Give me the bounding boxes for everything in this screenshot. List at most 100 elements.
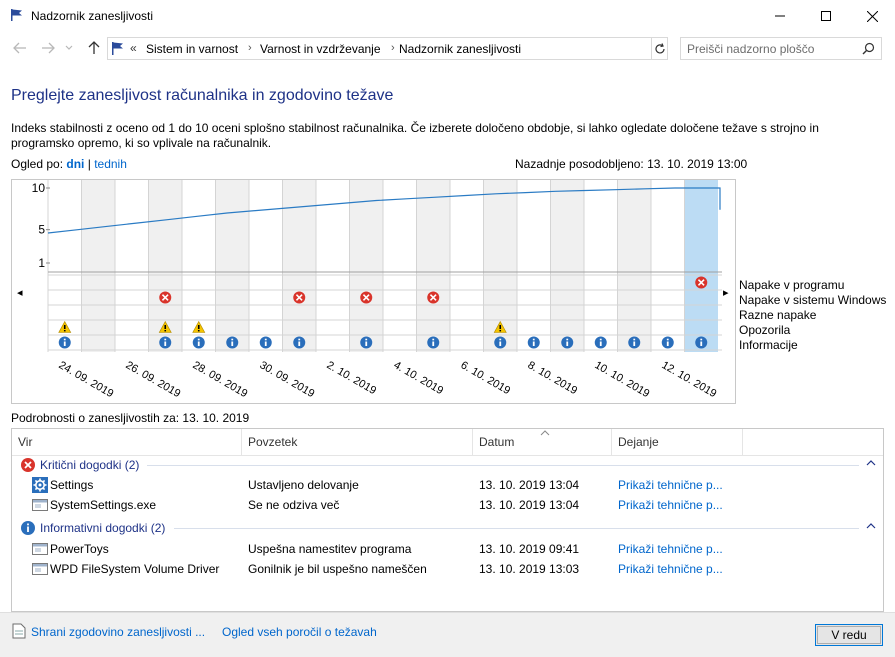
warning-exclamation-glyph: [197, 325, 200, 329]
table-row[interactable]: WPD FileSystem Volume Driver Gonilnik je…: [12, 559, 883, 579]
last-updated-text: Nazadnje posodobljeno: 13. 10. 2019 13:0…: [515, 157, 748, 171]
page-description: Indeks stabilnosti z oceno od 1 do 10 oc…: [11, 121, 819, 150]
warning-exclamation-glyph: [164, 325, 167, 329]
day-column[interactable]: [81, 180, 116, 352]
refresh-icon[interactable]: [651, 37, 668, 60]
app-window-icon: [32, 541, 48, 560]
view-technical-details-link[interactable]: Prikaži tehnične p...: [618, 542, 723, 556]
view-technical-details-link[interactable]: Prikaži tehnične p...: [618, 498, 723, 512]
collapse-chevron-icon[interactable]: [865, 457, 877, 472]
up-arrow-icon[interactable]: [84, 38, 104, 58]
selected-day-column[interactable]: [684, 180, 719, 352]
chart-scroll-right-arrow[interactable]: ▸: [723, 286, 729, 299]
info-i-dot: [231, 338, 234, 341]
day-column[interactable]: [416, 180, 451, 352]
day-column[interactable]: [249, 180, 283, 352]
table-row[interactable]: PowerToys Uspešna namestitev programa 13…: [12, 539, 883, 559]
column-header-summary[interactable]: Povzetek: [248, 435, 297, 449]
breadcrumb-separator[interactable]: ›: [248, 42, 252, 54]
row-source: PowerToys: [50, 542, 109, 556]
column-header-date[interactable]: Datum: [479, 435, 514, 449]
reliability-details-table: Vir Povzetek Datum Dejanje Kritični dogo…: [11, 428, 884, 612]
app-window-icon: [32, 497, 48, 516]
date-axis-label: 24. 09. 2019: [57, 359, 116, 400]
info-i-glyph: [164, 341, 167, 346]
day-column[interactable]: [617, 180, 652, 352]
reliability-flag-icon: [10, 8, 24, 25]
column-divider[interactable]: [241, 429, 242, 455]
day-column[interactable]: [316, 180, 350, 352]
details-label: Podrobnosti o zanesljivostih za: 13. 10.…: [11, 411, 250, 425]
view-by-weeks-link[interactable]: tednih: [94, 157, 127, 171]
search-box[interactable]: Preišči nadzorno ploščo: [680, 37, 882, 60]
info-i-dot: [633, 338, 636, 341]
info-i-glyph: [432, 341, 435, 346]
info-i-glyph: [365, 341, 368, 346]
date-axis-label: 2. 10. 2019: [325, 359, 379, 397]
legend-warnings: Opozorila: [739, 323, 791, 337]
day-column[interactable]: [349, 180, 384, 352]
info-i-glyph: [197, 341, 200, 346]
close-button[interactable]: [849, 0, 895, 32]
reliability-chart-svg[interactable]: 10 5 1 24. 09. 2019 26. 09. 2019 28. 09. 2019…: [12, 180, 735, 403]
view-by-days-link[interactable]: dni: [66, 157, 84, 171]
day-column[interactable]: [215, 180, 250, 352]
info-i-dot: [599, 338, 602, 341]
reliability-chart[interactable]: 10 5 1 24. 09. 2019 26. 09. 2019 28. 09. 2019…: [11, 179, 736, 404]
error-icon: [20, 457, 36, 476]
date-axis-label: 12. 10. 2019: [660, 359, 719, 400]
navigation-bar: « Sistem in varnost › Varnost in vzdržev…: [0, 32, 895, 64]
ok-button[interactable]: V redu: [815, 624, 883, 646]
breadcrumb-security-maintenance[interactable]: Varnost in vzdrževanje: [260, 42, 381, 56]
day-column[interactable]: [115, 180, 149, 352]
info-i-dot: [298, 338, 301, 341]
day-column[interactable]: [383, 180, 417, 352]
date-axis-label: 26. 09. 2019: [124, 359, 183, 400]
settings-gear-icon: [32, 477, 48, 496]
save-reliability-history-link[interactable]: Shrani zgodovino zanesljivosti ...: [31, 625, 205, 639]
forward-arrow-icon[interactable]: [38, 38, 58, 58]
day-column[interactable]: [450, 180, 484, 352]
search-icon[interactable]: [862, 42, 875, 58]
table-row[interactable]: Settings Ustavljeno delovanje 13. 10. 20…: [12, 475, 883, 495]
column-divider[interactable]: [611, 429, 612, 455]
group-divider: [174, 528, 859, 529]
recent-locations-chevron-icon[interactable]: [62, 38, 76, 58]
warning-exclamation-dot: [499, 330, 502, 332]
column-header-action[interactable]: Dejanje: [618, 435, 659, 449]
column-divider[interactable]: [742, 429, 743, 455]
group-informational-events[interactable]: Informativni dogodki (2): [12, 518, 883, 538]
view-technical-details-link[interactable]: Prikaži tehnične p...: [618, 562, 723, 576]
app-window-icon: [32, 561, 48, 580]
legend-app-failures: Napake v programu: [739, 278, 845, 292]
view-all-problem-reports-link[interactable]: Ogled vseh poročil o težavah: [222, 625, 377, 639]
address-bar[interactable]: « Sistem in varnost › Varnost in vzdržev…: [107, 37, 668, 60]
info-i-glyph: [499, 341, 502, 346]
day-column[interactable]: [651, 180, 685, 352]
group-critical-events[interactable]: Kritični dogodki (2): [12, 455, 883, 475]
breadcrumb-reliability-monitor[interactable]: Nadzornik zanesljivosti: [399, 42, 521, 56]
collapse-chevron-icon[interactable]: [865, 520, 877, 535]
title-bar: Nadzornik zanesljivosti: [0, 0, 895, 32]
column-header-source[interactable]: Vir: [18, 435, 32, 449]
chart-scroll-left-arrow[interactable]: ◂: [17, 286, 23, 299]
search-input[interactable]: Preišči nadzorno ploščo: [687, 42, 814, 56]
minimize-button[interactable]: [757, 0, 803, 32]
info-i-glyph: [599, 341, 602, 346]
back-arrow-icon[interactable]: [10, 38, 30, 58]
column-divider[interactable]: [472, 429, 473, 455]
table-row[interactable]: SystemSettings.exe Se ne odziva več 13. …: [12, 495, 883, 515]
view-by-label: Ogled po:: [11, 157, 64, 171]
group-divider: [147, 465, 859, 466]
address-overflow-chevron[interactable]: «: [130, 41, 137, 55]
info-i-dot: [197, 338, 200, 341]
day-column[interactable]: [550, 180, 585, 352]
view-technical-details-link[interactable]: Prikaži tehnične p...: [618, 478, 723, 492]
warning-exclamation-glyph: [63, 325, 66, 329]
day-column[interactable]: [517, 180, 551, 352]
date-axis-label: 8. 10. 2019: [526, 359, 580, 397]
breadcrumb-separator[interactable]: ›: [391, 42, 395, 54]
day-column[interactable]: [584, 180, 618, 352]
maximize-button[interactable]: [803, 0, 849, 32]
breadcrumb-system-security[interactable]: Sistem in varnost: [146, 42, 238, 56]
